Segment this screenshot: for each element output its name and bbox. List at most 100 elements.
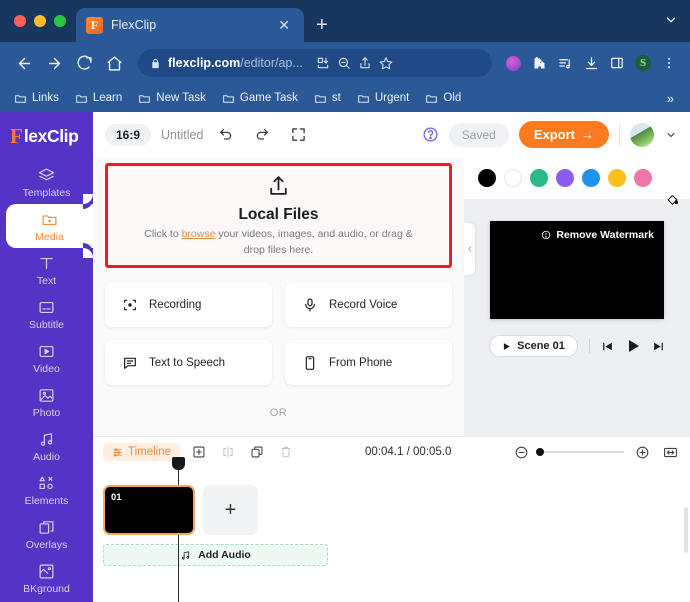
zoom-slider[interactable] — [536, 448, 624, 456]
help-circle-icon[interactable] — [422, 126, 439, 143]
address-bar[interactable]: flexclip.com/editor/ap... — [138, 49, 492, 77]
timeline-button[interactable]: Timeline — [103, 443, 181, 461]
fit-to-width-icon[interactable] — [660, 442, 680, 462]
sidebar-item-templates[interactable]: Templates — [0, 160, 93, 204]
swatch-yellow[interactable] — [608, 169, 626, 187]
timeline-icon — [112, 447, 123, 458]
chevron-down-icon[interactable] — [664, 13, 678, 30]
sidebar-item-photo[interactable]: Photo — [0, 380, 93, 424]
sidebar-item-text[interactable]: Text — [0, 248, 93, 292]
bookmarks-overflow-button[interactable]: » — [659, 91, 682, 106]
bookmark-urgent[interactable]: Urgent — [351, 89, 416, 108]
play-icon[interactable] — [625, 338, 641, 354]
split-icon[interactable] — [218, 442, 238, 462]
extension-green-icon[interactable]: S — [632, 52, 654, 74]
bookmark-old[interactable]: Old — [419, 89, 467, 108]
bookmarks-bar: Links Learn New Task Game Task st Urgent… — [0, 84, 690, 112]
text-to-speech-button[interactable]: Text to Speech — [105, 340, 272, 385]
playhead-handle[interactable] — [172, 457, 185, 470]
sidebar-item-bkground[interactable]: BKground — [0, 556, 93, 600]
sidebar-item-subtitle[interactable]: Subtitle — [0, 292, 93, 336]
saved-status[interactable]: Saved — [448, 122, 509, 147]
sidebar-item-audio[interactable]: Audio — [0, 424, 93, 468]
add-clip-button[interactable]: + — [203, 485, 258, 535]
controls-divider — [588, 339, 590, 353]
sidebar-item-label: Audio — [33, 451, 60, 463]
redo-icon[interactable] — [249, 122, 275, 148]
chevron-down-icon[interactable] — [664, 122, 678, 148]
skip-next-icon[interactable] — [652, 340, 665, 353]
option-label: From Phone — [329, 356, 393, 369]
scene-selector[interactable]: Scene 01 — [489, 335, 578, 357]
minimize-window-button[interactable] — [34, 15, 46, 27]
dropzone-title: Local Files — [238, 206, 319, 224]
undo-icon[interactable] — [213, 122, 239, 148]
reload-icon[interactable] — [70, 49, 98, 77]
swatch-white[interactable] — [504, 169, 522, 187]
zoom-out-circle-icon[interactable] — [511, 442, 531, 462]
close-window-button[interactable] — [14, 15, 26, 27]
url-text: flexclip.com/editor/ap... — [168, 56, 303, 70]
bookmark-learn[interactable]: Learn — [69, 89, 128, 108]
sidebar-item-overlays[interactable]: Overlays — [0, 512, 93, 556]
star-icon[interactable] — [379, 56, 393, 70]
sidebar-item-label: Subtitle — [28, 319, 65, 331]
browse-link[interactable]: browse — [182, 228, 216, 240]
forward-arrow-icon[interactable] — [40, 49, 68, 77]
preview-canvas[interactable]: Remove Watermark — [490, 221, 664, 319]
record-voice-button[interactable]: Record Voice — [285, 282, 452, 327]
bookmark-game-task[interactable]: Game Task — [216, 89, 304, 108]
delete-icon[interactable] — [276, 442, 296, 462]
recording-button[interactable]: Recording — [105, 282, 272, 327]
extensions-puzzle-icon[interactable] — [528, 52, 550, 74]
project-name-input[interactable]: Untitled — [161, 128, 203, 142]
duplicate-icon[interactable] — [247, 442, 267, 462]
add-audio-track[interactable]: Add Audio — [103, 544, 328, 566]
home-icon[interactable] — [100, 49, 128, 77]
bookmark-new-task[interactable]: New Task — [132, 89, 212, 108]
local-files-dropzone[interactable]: Local Files Click to browse your videos,… — [105, 163, 452, 268]
swatch-blue[interactable] — [582, 169, 600, 187]
close-icon[interactable]: ✕ — [274, 16, 294, 34]
browser-tab-flexclip[interactable]: F FlexClip ✕ — [76, 8, 304, 42]
maximize-window-button[interactable] — [54, 15, 66, 27]
bookmark-links[interactable]: Links — [8, 89, 65, 108]
bookmark-st[interactable]: st — [308, 89, 347, 108]
browser-menu-icon[interactable] — [658, 52, 680, 74]
timeline-scrollbar[interactable] — [684, 507, 688, 553]
zoom-out-icon[interactable] — [337, 56, 351, 70]
share-icon[interactable] — [358, 56, 372, 70]
sidebar-item-elements[interactable]: Elements — [0, 468, 93, 512]
reading-list-icon[interactable] — [554, 52, 576, 74]
zoom-slider-handle[interactable] — [536, 448, 544, 456]
desc-prefix: Click to — [144, 228, 182, 241]
sidebar-item-label: Templates — [22, 187, 71, 199]
export-button[interactable]: Export → — [518, 121, 609, 148]
zoom-in-circle-icon[interactable] — [632, 442, 652, 462]
bookmark-label: Old — [443, 92, 462, 104]
side-panel-icon[interactable] — [606, 52, 628, 74]
expand-icon[interactable] — [285, 122, 311, 148]
skip-previous-icon[interactable] — [601, 340, 614, 353]
new-tab-button[interactable]: + — [304, 8, 340, 42]
from-phone-button[interactable]: From Phone — [285, 340, 452, 385]
install-app-icon[interactable] — [316, 56, 330, 70]
bookmark-label: Game Task — [239, 92, 298, 104]
microphone-icon — [301, 296, 318, 313]
remove-watermark-button[interactable]: Remove Watermark — [541, 229, 654, 241]
swatch-purple[interactable] — [556, 169, 574, 187]
sidebar-item-media[interactable]: Media — [6, 194, 93, 258]
bookmark-label: Links — [32, 92, 59, 104]
timeline-clip[interactable]: 01 — [103, 485, 195, 535]
tab-title: FlexClip — [111, 18, 157, 32]
back-arrow-icon[interactable] — [10, 49, 38, 77]
sidebar-item-video[interactable]: Video — [0, 336, 93, 380]
swatch-green[interactable] — [530, 169, 548, 187]
swatch-pink[interactable] — [634, 169, 652, 187]
extension-purple-icon[interactable] — [502, 52, 524, 74]
user-avatar[interactable] — [630, 122, 654, 147]
swatch-black[interactable] — [478, 169, 496, 187]
add-icon[interactable] — [189, 442, 209, 462]
aspect-ratio-button[interactable]: 16:9 — [105, 123, 152, 146]
downloads-icon[interactable] — [580, 52, 602, 74]
